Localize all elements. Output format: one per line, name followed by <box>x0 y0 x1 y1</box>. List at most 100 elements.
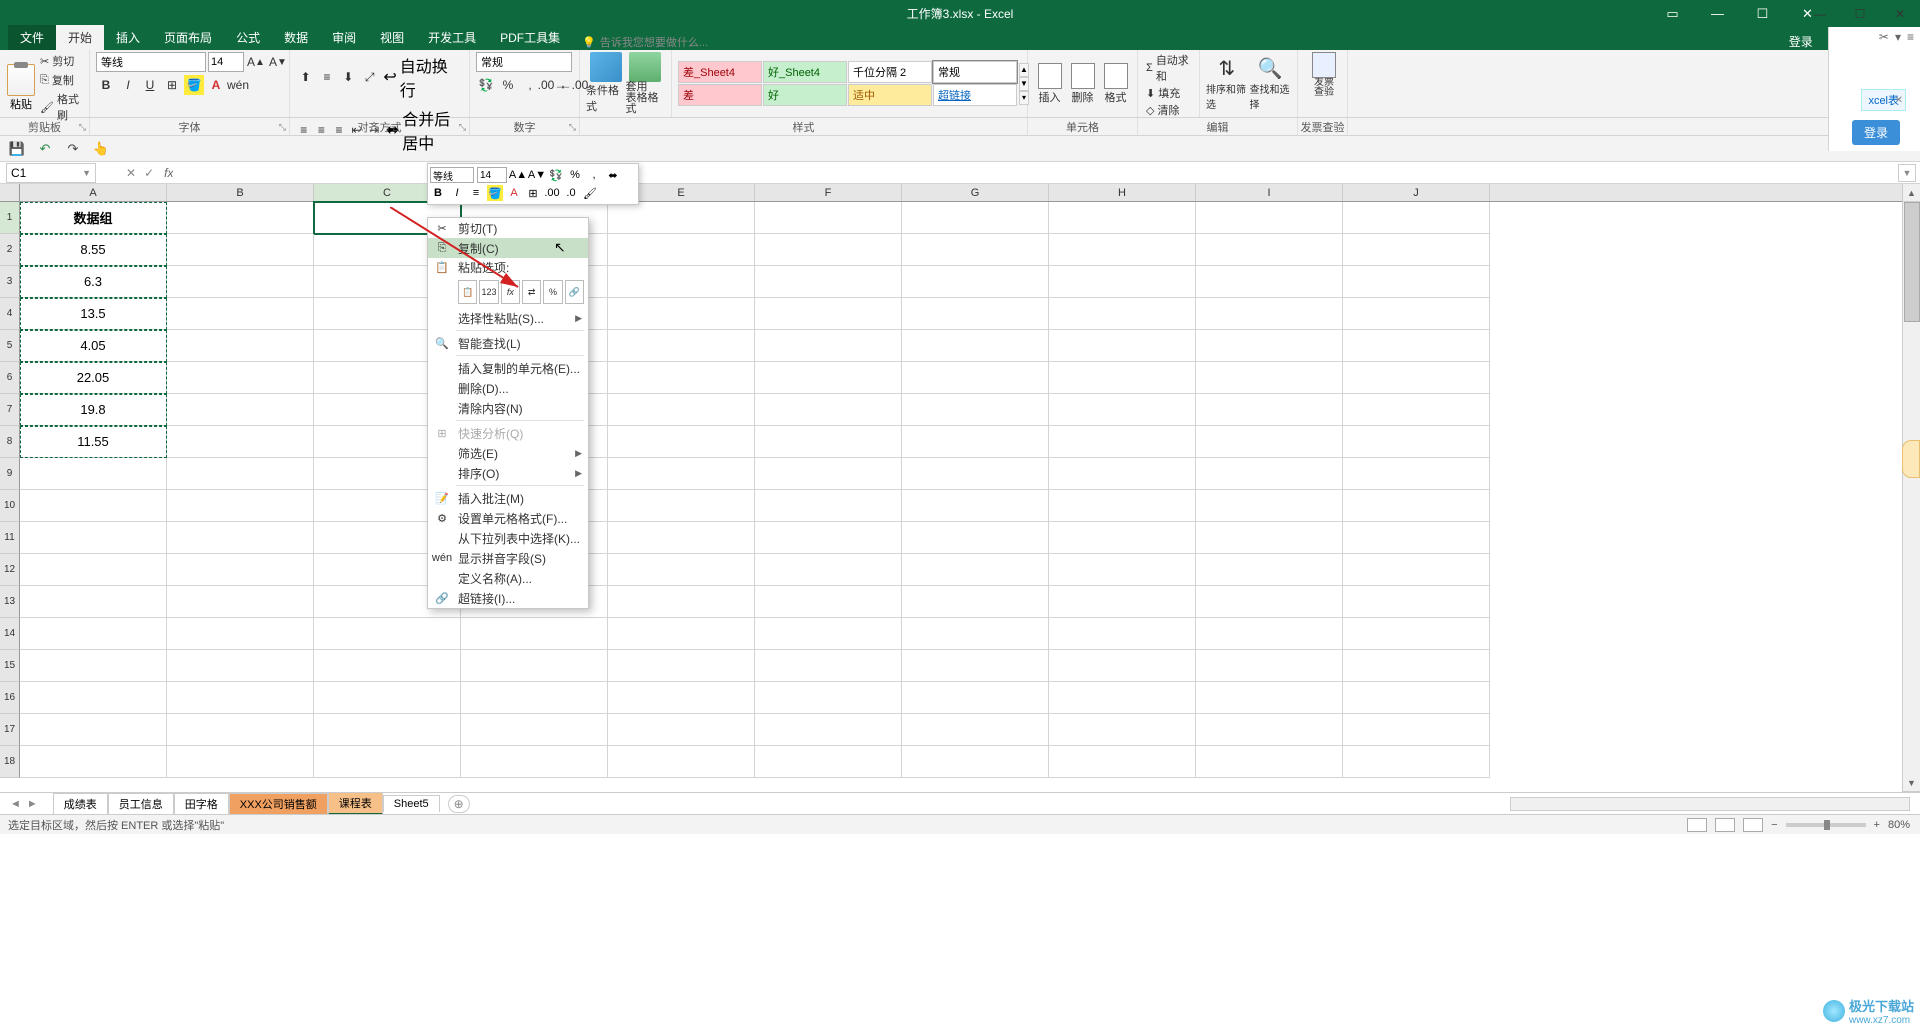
format-cells-button[interactable]: 格式 <box>1100 63 1131 105</box>
cell[interactable] <box>755 746 902 778</box>
tab-file[interactable]: 文件 <box>8 25 56 50</box>
cell[interactable] <box>902 682 1049 714</box>
mini-comma-icon[interactable]: , <box>586 167 602 183</box>
row-header[interactable]: 18 <box>0 746 20 778</box>
cm-insert-copied[interactable]: 插入复制的单元格(E)... <box>428 358 588 378</box>
cell[interactable] <box>902 650 1049 682</box>
row-header[interactable]: 14 <box>0 618 20 650</box>
zoom-thumb[interactable] <box>1824 820 1830 830</box>
tab-data[interactable]: 数据 <box>272 25 320 50</box>
cell[interactable] <box>314 650 461 682</box>
paste-transpose-icon[interactable]: ⇄ <box>522 280 541 304</box>
cell[interactable] <box>902 202 1049 234</box>
rp-scissors-icon[interactable]: ✂ <box>1879 30 1889 44</box>
cell[interactable] <box>608 330 755 362</box>
cell[interactable]: 6.3 <box>20 266 167 298</box>
currency-icon[interactable]: 💱 <box>476 75 496 95</box>
paste-normal-icon[interactable]: 📋 <box>458 280 477 304</box>
redo-icon[interactable]: ↷ <box>64 140 82 158</box>
cell[interactable] <box>1343 426 1490 458</box>
cell[interactable] <box>167 714 314 746</box>
cell[interactable] <box>1343 714 1490 746</box>
cell[interactable] <box>755 522 902 554</box>
cell[interactable] <box>608 266 755 298</box>
cell[interactable] <box>167 554 314 586</box>
cell[interactable] <box>1049 682 1196 714</box>
cm-copy[interactable]: ⎘复制(C) <box>428 238 588 258</box>
clipboard-launcher-icon[interactable]: ⤡ <box>79 122 86 133</box>
tab-view[interactable]: 视图 <box>368 25 416 50</box>
tab-layout[interactable]: 页面布局 <box>152 25 224 50</box>
sidebar-handle[interactable] <box>1902 440 1920 478</box>
row-header[interactable]: 2 <box>0 234 20 266</box>
cell[interactable] <box>1049 330 1196 362</box>
col-header[interactable]: B <box>167 184 314 201</box>
cell[interactable] <box>902 746 1049 778</box>
cm-sort[interactable]: 排序(O)▶ <box>428 463 588 483</box>
mini-align-icon[interactable]: ≡ <box>468 185 484 201</box>
mini-percent-icon[interactable]: % <box>567 167 583 183</box>
cell[interactable] <box>20 714 167 746</box>
paste-formulas-icon[interactable]: fx <box>501 280 520 304</box>
cell[interactable] <box>1196 650 1343 682</box>
cell[interactable] <box>1049 650 1196 682</box>
conditional-format-button[interactable]: 条件格式 <box>586 52 626 115</box>
cell[interactable]: 22.05 <box>20 362 167 394</box>
maximize-icon[interactable]: ☐ <box>1740 0 1785 27</box>
cell[interactable] <box>167 362 314 394</box>
cell[interactable] <box>608 362 755 394</box>
cell[interactable] <box>1343 586 1490 618</box>
cell[interactable] <box>1049 554 1196 586</box>
percent-icon[interactable]: % <box>498 75 518 95</box>
cell[interactable] <box>1196 330 1343 362</box>
col-header[interactable]: A <box>20 184 167 201</box>
style-good-sheet4[interactable]: 好_Sheet4 <box>763 61 847 83</box>
row-header[interactable]: 11 <box>0 522 20 554</box>
cell[interactable] <box>461 650 608 682</box>
mini-fontcolor-icon[interactable]: A <box>506 185 522 201</box>
cell[interactable] <box>755 298 902 330</box>
cell[interactable] <box>1343 554 1490 586</box>
cell[interactable] <box>461 746 608 778</box>
scroll-down-icon[interactable]: ▼ <box>1903 774 1920 792</box>
cell[interactable] <box>608 522 755 554</box>
col-header[interactable]: G <box>902 184 1049 201</box>
panel-login-button[interactable]: 登录 <box>1852 120 1900 145</box>
cell[interactable] <box>755 458 902 490</box>
cell[interactable] <box>167 650 314 682</box>
mini-dec-font-icon[interactable]: A▼ <box>529 167 545 183</box>
cell[interactable] <box>902 714 1049 746</box>
ribbon-opts-icon[interactable]: ▭ <box>1650 0 1695 27</box>
cell[interactable] <box>755 234 902 266</box>
mini-inc-font-icon[interactable]: A▲ <box>510 167 526 183</box>
mini-font-select[interactable] <box>430 167 474 183</box>
cell[interactable] <box>608 650 755 682</box>
touch-mode-icon[interactable]: 👆 <box>92 140 110 158</box>
cell[interactable] <box>1196 394 1343 426</box>
cell[interactable] <box>902 490 1049 522</box>
cell[interactable] <box>755 618 902 650</box>
cm-dropdown-pick[interactable]: 从下拉列表中选择(K)... <box>428 528 588 548</box>
cell[interactable] <box>608 490 755 522</box>
cell[interactable] <box>755 586 902 618</box>
cell[interactable] <box>608 586 755 618</box>
cell[interactable] <box>1196 714 1343 746</box>
cell[interactable]: 4.05 <box>20 330 167 362</box>
name-box[interactable]: C1▼ <box>6 163 96 183</box>
cell[interactable] <box>1049 458 1196 490</box>
cell[interactable] <box>1196 522 1343 554</box>
tab-formula[interactable]: 公式 <box>224 25 272 50</box>
cell[interactable] <box>461 714 608 746</box>
cell[interactable] <box>1049 714 1196 746</box>
paste-formatting-icon[interactable]: % <box>543 280 562 304</box>
align-top-icon[interactable]: ⬆ <box>296 67 315 87</box>
cell[interactable] <box>1343 458 1490 490</box>
row-header[interactable]: 4 <box>0 298 20 330</box>
save-icon[interactable]: 💾 <box>8 140 26 158</box>
tab-dev[interactable]: 开发工具 <box>416 25 488 50</box>
cell[interactable] <box>20 650 167 682</box>
cell[interactable] <box>20 682 167 714</box>
cell[interactable] <box>608 234 755 266</box>
style-neutral[interactable]: 适中 <box>848 84 932 106</box>
cell[interactable] <box>755 266 902 298</box>
